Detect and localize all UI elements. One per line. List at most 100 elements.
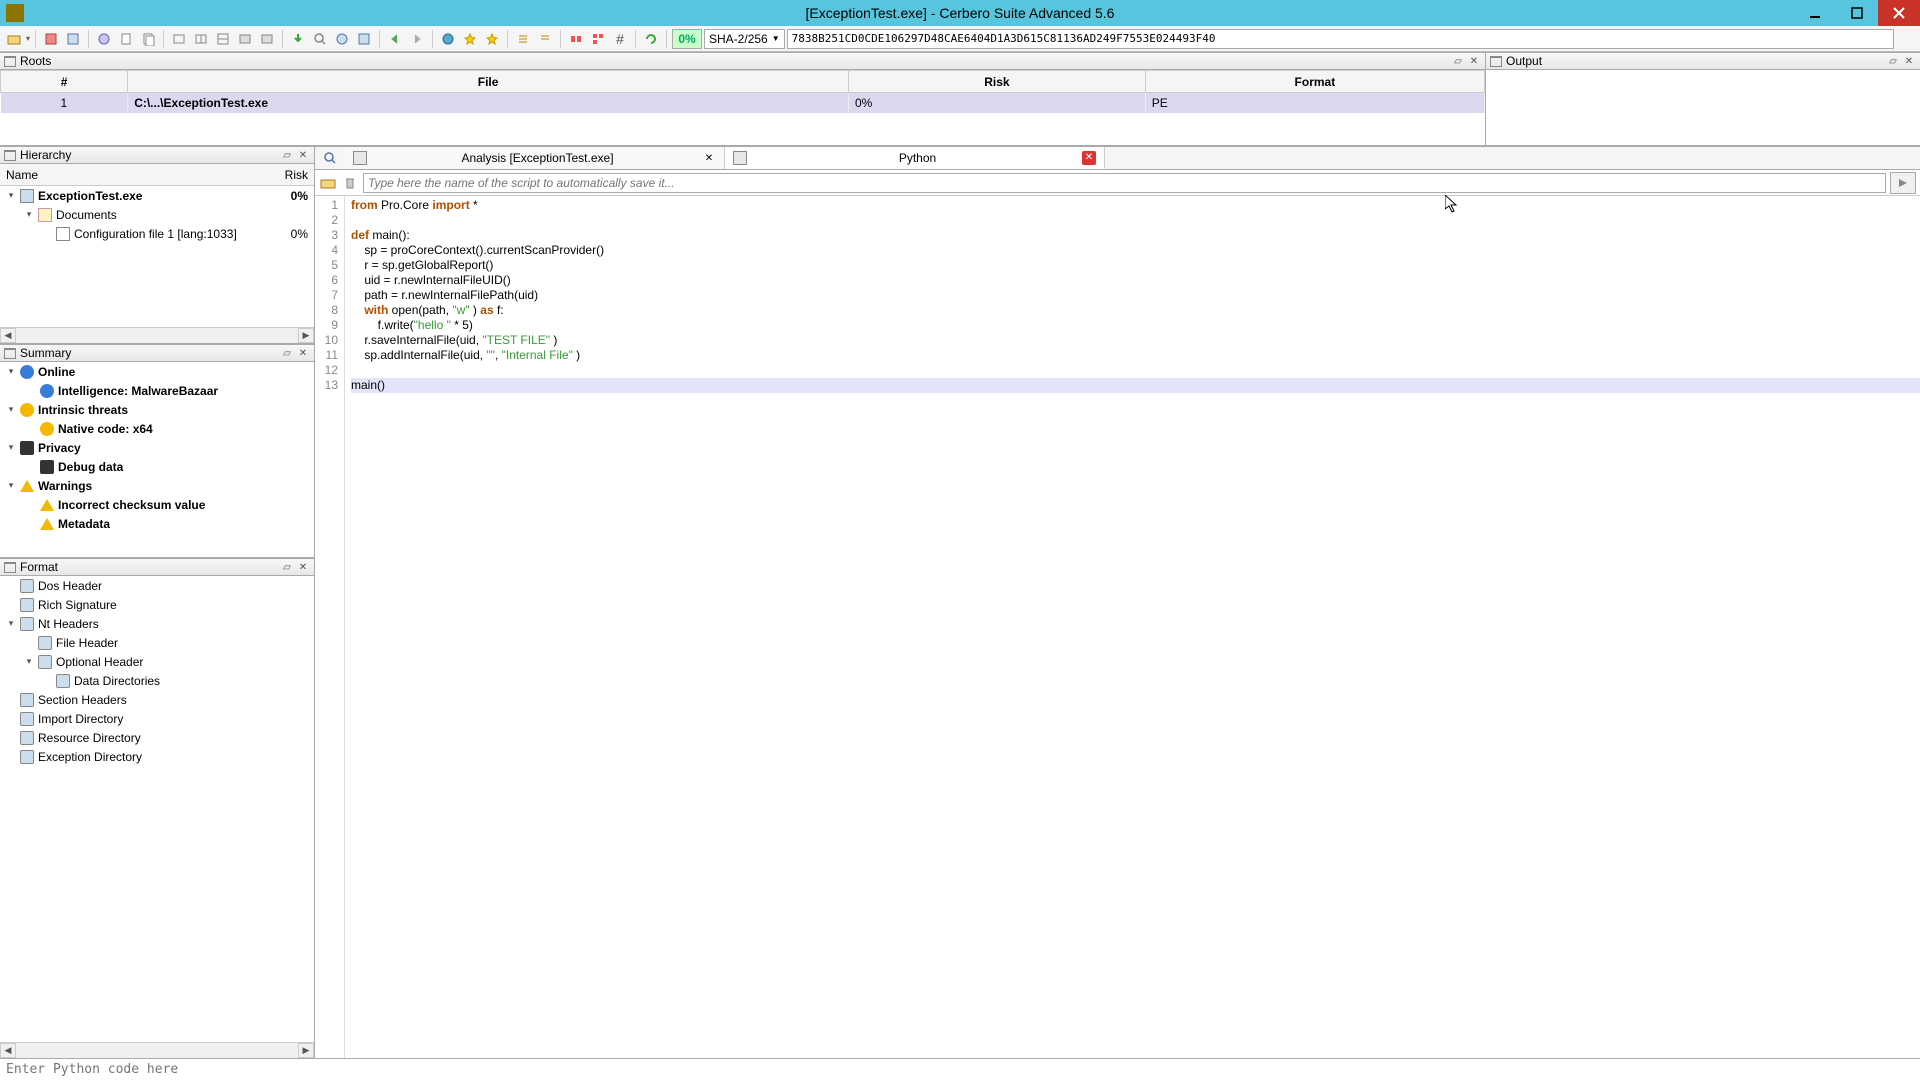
format-item[interactable]: Data Directories: [0, 671, 314, 690]
table-row[interactable]: 1C:\...\ExceptionTest.exe0%PE: [1, 93, 1485, 113]
column-header[interactable]: Format: [1145, 71, 1484, 93]
script-toolbar: [315, 170, 1920, 196]
summary-item[interactable]: ▾Warnings: [0, 476, 314, 495]
panel-float-button[interactable]: ▱: [280, 346, 294, 360]
forward-button[interactable]: [407, 29, 427, 49]
summary-item[interactable]: ▾Online: [0, 362, 314, 381]
hierarchy-panel-title: Hierarchy: [20, 148, 71, 162]
toolbar-button[interactable]: [169, 29, 189, 49]
hierarchy-item[interactable]: ▾Documents: [0, 205, 314, 224]
panel-icon: [4, 348, 16, 358]
summary-item[interactable]: ▾Intrinsic threats: [0, 400, 314, 419]
editor-tab[interactable]: Python✕: [725, 147, 1105, 169]
output-body[interactable]: [1486, 70, 1920, 146]
open-file-button[interactable]: [4, 29, 24, 49]
run-script-button[interactable]: [1890, 172, 1916, 194]
toolbar-button[interactable]: [191, 29, 211, 49]
toolbar-button[interactable]: [257, 29, 277, 49]
toolbar-button[interactable]: [354, 29, 374, 49]
toolbar-button[interactable]: [41, 29, 61, 49]
panel-close-button[interactable]: ✕: [1902, 54, 1916, 68]
refresh-icon[interactable]: [641, 29, 661, 49]
hash-value-field[interactable]: 7838B251CD0CDE106297D48CAE6404D1A3D615C8…: [787, 29, 1894, 49]
code-editor[interactable]: 12345678910111213 from Pro.Core import *…: [315, 196, 1920, 1058]
format-tree[interactable]: Dos HeaderRich Signature▾Nt HeadersFile …: [0, 576, 314, 1042]
globe-icon[interactable]: [438, 29, 458, 49]
hierarchy-item[interactable]: ▾ExceptionTest.exe0%: [0, 186, 314, 205]
chevron-down-icon: ▼: [772, 34, 780, 43]
toolbar-button[interactable]: [213, 29, 233, 49]
close-button[interactable]: [1878, 0, 1920, 26]
script-name-input[interactable]: [363, 173, 1886, 193]
panel-float-button[interactable]: ▱: [280, 560, 294, 574]
toolbar-button[interactable]: [138, 29, 158, 49]
star-icon[interactable]: [460, 29, 480, 49]
toolbar-button[interactable]: [1896, 29, 1916, 49]
format-item[interactable]: Exception Directory: [0, 747, 314, 766]
panel-float-button[interactable]: ▱: [280, 148, 294, 162]
toolbar-button[interactable]: [513, 29, 533, 49]
summary-panel-title: Summary: [20, 346, 71, 360]
maximize-button[interactable]: [1836, 0, 1878, 26]
python-repl-input[interactable]: [0, 1059, 1920, 1080]
summary-item[interactable]: Debug data: [0, 457, 314, 476]
summary-item[interactable]: ▾Privacy: [0, 438, 314, 457]
tab-close-button[interactable]: ✕: [1082, 151, 1096, 165]
back-button[interactable]: [385, 29, 405, 49]
panel-close-button[interactable]: ✕: [296, 346, 310, 360]
format-item[interactable]: Section Headers: [0, 690, 314, 709]
panel-close-button[interactable]: ✕: [296, 148, 310, 162]
main-toolbar: ▾ # 0% SHA-2/256▼ 7838B251CD0CDE106297D4…: [0, 26, 1920, 52]
output-panel-title: Output: [1506, 54, 1542, 68]
toolbar-button[interactable]: [332, 29, 352, 49]
summary-tree[interactable]: ▾OnlineIntelligence: MalwareBazaar▾Intri…: [0, 362, 314, 558]
toolbar-button[interactable]: [235, 29, 255, 49]
search-icon[interactable]: [310, 29, 330, 49]
hash-icon[interactable]: #: [610, 29, 630, 49]
toolbar-button[interactable]: [94, 29, 114, 49]
toolbar-button[interactable]: [566, 29, 586, 49]
roots-panel-header: Roots ▱ ✕: [0, 52, 1485, 70]
panel-float-button[interactable]: ▱: [1451, 54, 1465, 68]
format-item[interactable]: Dos Header: [0, 576, 314, 595]
summary-item[interactable]: Incorrect checksum value: [0, 495, 314, 514]
column-header[interactable]: Risk: [848, 71, 1145, 93]
toolbar-button[interactable]: [116, 29, 136, 49]
search-icon[interactable]: [315, 147, 345, 169]
toolbar-button[interactable]: [588, 29, 608, 49]
format-item[interactable]: ▾Optional Header: [0, 652, 314, 671]
format-item[interactable]: File Header: [0, 633, 314, 652]
format-item[interactable]: ▾Nt Headers: [0, 614, 314, 633]
format-item[interactable]: Resource Directory: [0, 728, 314, 747]
column-header[interactable]: File: [128, 71, 849, 93]
delete-script-icon[interactable]: [341, 174, 359, 192]
editor-tabs: Analysis [ExceptionTest.exe]✕Python✕: [315, 146, 1920, 170]
horizontal-scrollbar[interactable]: ◀▶: [0, 1042, 314, 1058]
panel-float-button[interactable]: ▱: [1886, 54, 1900, 68]
star-icon[interactable]: [482, 29, 502, 49]
tab-close-button[interactable]: ✕: [702, 151, 716, 165]
rad-icon: [40, 422, 54, 436]
summary-panel-header: Summary ▱ ✕: [0, 344, 314, 362]
hierarchy-tree[interactable]: ▾ExceptionTest.exe0%▾DocumentsConfigurat…: [0, 186, 314, 327]
summary-item[interactable]: Intelligence: MalwareBazaar: [0, 381, 314, 400]
editor-tab[interactable]: Analysis [ExceptionTest.exe]✕: [345, 147, 725, 169]
open-script-icon[interactable]: [319, 174, 337, 192]
download-icon[interactable]: [288, 29, 308, 49]
priv-icon: [40, 460, 54, 474]
summary-item[interactable]: Metadata: [0, 514, 314, 533]
panel-close-button[interactable]: ✕: [1467, 54, 1481, 68]
roots-panel-title: Roots: [20, 54, 51, 68]
minimize-button[interactable]: [1794, 0, 1836, 26]
column-header[interactable]: #: [1, 71, 128, 93]
roots-table[interactable]: #FileRiskFormat 1C:\...\ExceptionTest.ex…: [0, 70, 1485, 113]
toolbar-button[interactable]: [63, 29, 83, 49]
hierarchy-item[interactable]: Configuration file 1 [lang:1033]0%: [0, 224, 314, 243]
format-item[interactable]: Rich Signature: [0, 595, 314, 614]
hash-algo-select[interactable]: SHA-2/256▼: [704, 29, 785, 49]
toolbar-button[interactable]: [535, 29, 555, 49]
format-item[interactable]: Import Directory: [0, 709, 314, 728]
summary-item[interactable]: Native code: x64: [0, 419, 314, 438]
horizontal-scrollbar[interactable]: ◀▶: [0, 327, 314, 343]
panel-close-button[interactable]: ✕: [296, 560, 310, 574]
